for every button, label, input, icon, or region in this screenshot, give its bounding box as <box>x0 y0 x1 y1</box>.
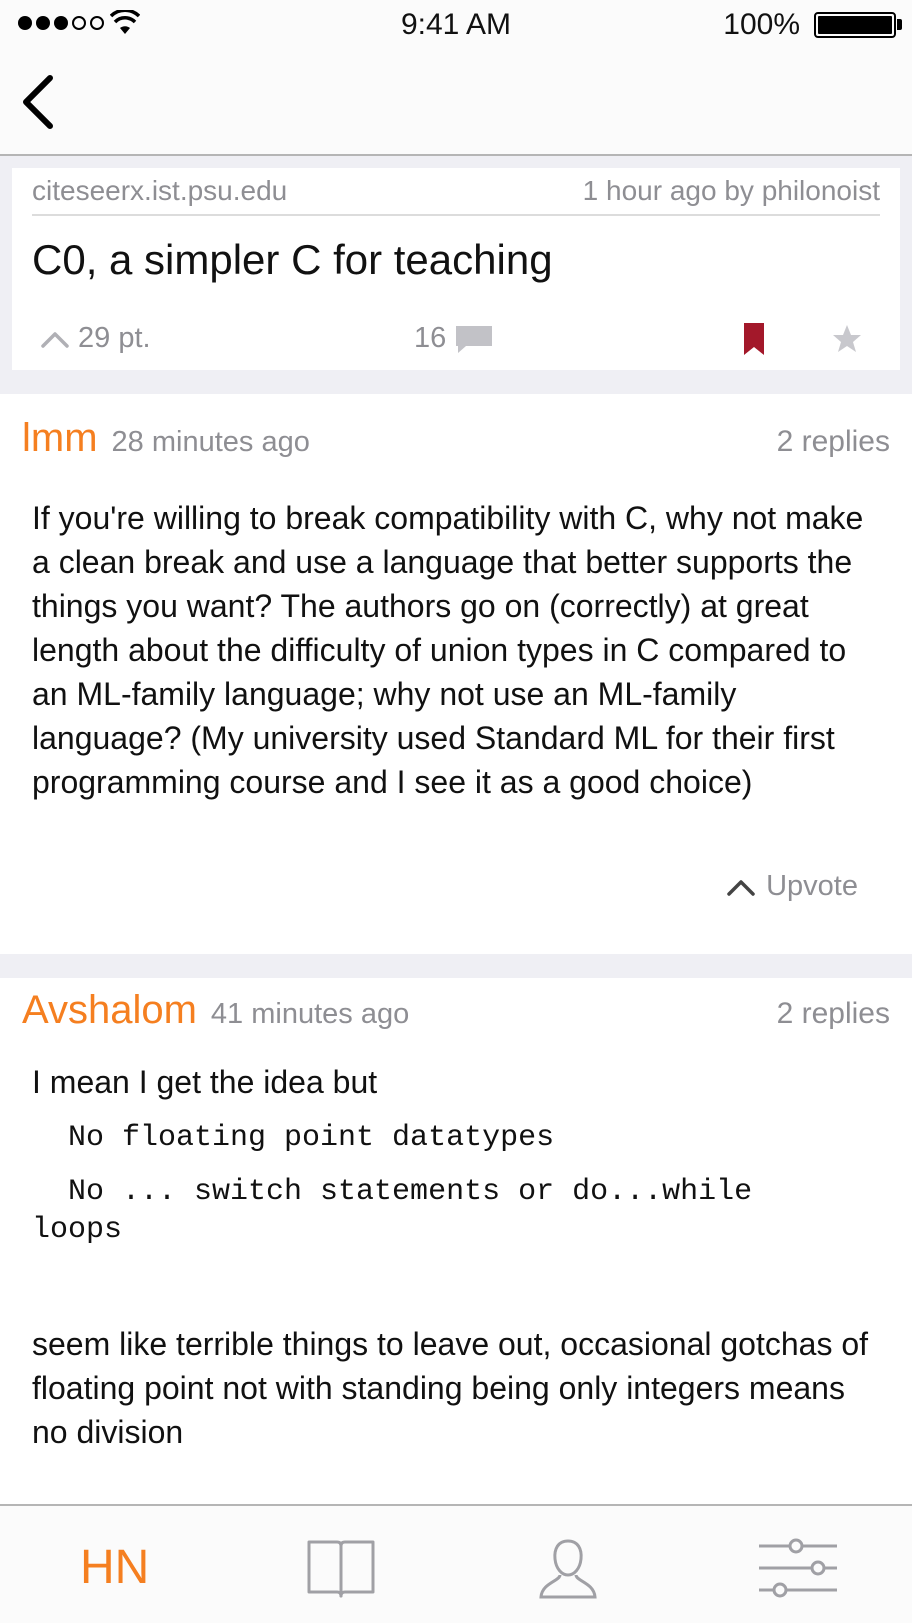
tab-profile-person-icon[interactable] <box>538 1534 598 1604</box>
navigation-bar <box>0 48 912 156</box>
comment-intro: I mean I get the idea but <box>32 1064 378 1100</box>
code-line: loops <box>32 1213 123 1247</box>
story-posted: 1 hour ago by philonoist <box>582 175 880 206</box>
replies-button[interactable]: 2 replies <box>777 997 890 1031</box>
battery-icon <box>814 12 896 38</box>
comment-time: 28 minutes ago <box>111 426 310 458</box>
status-bar: 9:41 AM 100% <box>0 0 912 48</box>
comment-header: lmm 28 minutes ago 2 replies <box>22 416 890 476</box>
comment-upvote-button[interactable]: Upvote <box>726 870 858 903</box>
comment-divider <box>0 954 912 978</box>
back-chevron-icon[interactable] <box>14 70 74 134</box>
comment-time: 41 minutes ago <box>210 998 410 1030</box>
story-points: 29 pt. <box>78 322 151 354</box>
battery-percentage: 100% <box>723 8 800 41</box>
battery-nub <box>897 19 902 30</box>
comment-count: 16 <box>414 322 447 354</box>
comment-body: If you're willing to break compatibility… <box>32 500 864 800</box>
comment-header: Avshalom 41 minutes ago 2 replies <box>22 988 890 1048</box>
code-line: No floating point datatypes <box>32 1121 555 1155</box>
tab-reading-list-book-icon[interactable] <box>306 1534 376 1604</box>
comment-item: lmm 28 minutes ago 2 replies If you're w… <box>0 394 912 926</box>
upvote-label: Upvote <box>766 870 858 902</box>
story-domain[interactable]: citeseerx.ist.psu.edu <box>32 175 287 207</box>
story-actions: 29 pt. 16 <box>12 318 900 364</box>
comment-author[interactable]: lmm <box>22 416 98 461</box>
chevron-up-icon <box>727 879 755 896</box>
replies-button[interactable]: 2 replies <box>777 425 890 459</box>
story-header-area: citeseerx.ist.psu.edu 1 hour ago by phil… <box>0 156 912 394</box>
tab-hn[interactable]: HN <box>80 1540 149 1610</box>
comment-body: seem like terrible things to leave out, … <box>32 1326 869 1450</box>
tab-bar: HN <box>0 1504 912 1623</box>
comment-author[interactable]: Avshalom <box>22 988 197 1033</box>
story-card[interactable]: citeseerx.ist.psu.edu 1 hour ago by phil… <box>12 168 900 370</box>
story-comments-button[interactable]: 16 <box>414 322 494 355</box>
comment-item: Avshalom 41 minutes ago 2 replies I mean… <box>0 978 912 1504</box>
bookmark-icon[interactable] <box>742 322 766 356</box>
star-icon[interactable] <box>832 324 862 354</box>
story-title[interactable]: C0, a simpler C for teaching <box>32 236 553 284</box>
tab-settings-sliders-icon[interactable] <box>756 1534 840 1604</box>
story-upvote-button[interactable]: 29 pt. <box>40 322 151 355</box>
comment-bubble-icon <box>456 325 493 353</box>
chevron-up-icon <box>41 331 69 348</box>
story-meta: citeseerx.ist.psu.edu 1 hour ago by phil… <box>32 168 880 216</box>
